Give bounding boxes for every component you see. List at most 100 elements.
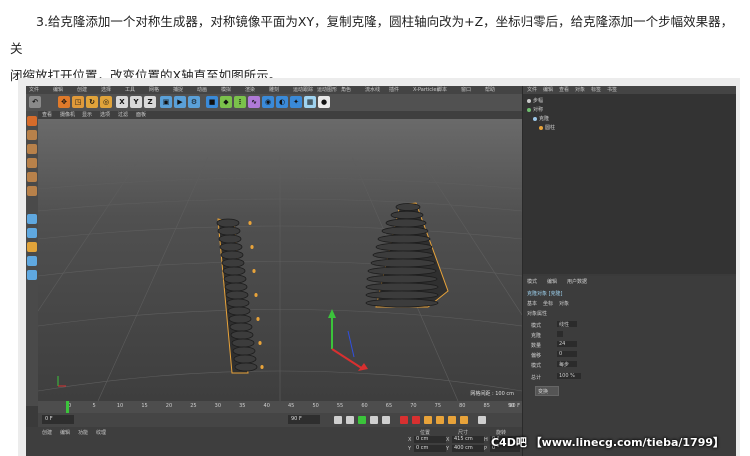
object-row[interactable]: 圆柱 — [539, 125, 555, 132]
attr-field[interactable]: 24 — [557, 341, 577, 347]
timeline-playhead[interactable] — [66, 401, 69, 413]
record-button[interactable] — [400, 416, 408, 424]
menu-item[interactable]: 动画 — [197, 87, 207, 93]
subdivision-icon[interactable]: ◆ — [220, 96, 232, 108]
play-button[interactable] — [358, 416, 366, 424]
move-tool-icon[interactable]: ✥ — [58, 96, 70, 108]
autokey-button[interactable] — [412, 416, 420, 424]
menu-item[interactable]: 选择 — [101, 87, 111, 93]
scale-tool-icon[interactable]: ◳ — [72, 96, 84, 108]
bottom-tab-edit[interactable]: 编辑 — [60, 429, 70, 436]
render-settings-icon[interactable]: ⚙ — [188, 96, 200, 108]
bulb-icon[interactable]: ● — [318, 96, 330, 108]
first-frame-button[interactable] — [334, 416, 342, 424]
lock-workplane-icon[interactable] — [27, 270, 37, 280]
menu-item[interactable]: X-Particles — [413, 87, 439, 93]
render-icon[interactable]: ▶ — [174, 96, 186, 108]
perspective-viewport[interactable]: 查看 摄像机 显示 选项 过滤 面板 网格间距: 100 cm — [38, 111, 522, 401]
attr-tab-mode[interactable]: 模式 — [527, 278, 537, 285]
tweak-mode-icon[interactable] — [27, 228, 37, 238]
quantize-icon[interactable] — [27, 256, 37, 266]
workplane-icon[interactable] — [27, 144, 37, 154]
menu-item[interactable]: 网格 — [149, 87, 159, 93]
menu-item[interactable]: 流水线 — [365, 87, 380, 93]
menu-item[interactable]: 运动图形 — [317, 87, 337, 93]
object-manager-menu-item[interactable]: 文件 — [527, 87, 537, 93]
scene-icon[interactable]: ◉ — [262, 96, 274, 108]
menu-item[interactable]: 捕捉 — [173, 87, 183, 93]
object-row[interactable]: 克隆 — [533, 116, 549, 123]
menu-item[interactable]: 渲染 — [245, 87, 255, 93]
position-y-field[interactable]: 0 cm — [414, 445, 446, 452]
attr-field[interactable]: 线性 — [557, 321, 577, 328]
bottom-tab-function[interactable]: 功能 — [78, 429, 88, 436]
rotate-tool-icon[interactable]: ↻ — [86, 96, 98, 108]
transform-button[interactable]: 变换 — [535, 386, 559, 396]
render-view-icon[interactable]: ▣ — [160, 96, 172, 108]
prev-frame-button[interactable] — [346, 416, 354, 424]
position-x-field[interactable]: 0 cm — [414, 436, 446, 443]
object-manager-menu-item[interactable]: 对象 — [575, 87, 585, 93]
object-manager-menu-item[interactable]: 编辑 — [543, 87, 553, 93]
start-frame-field[interactable]: 0 F — [42, 415, 74, 424]
menu-item[interactable]: 文件 — [29, 87, 39, 93]
axis-x-button[interactable]: X — [116, 96, 128, 108]
object-row[interactable]: 步幅 — [527, 98, 543, 105]
attr-subtab-object[interactable]: 对象 — [559, 300, 569, 307]
menu-item[interactable]: 创建 — [77, 87, 87, 93]
axis-y-button[interactable]: Y — [130, 96, 142, 108]
menu-item[interactable]: 脚本 — [437, 87, 447, 93]
model-mode-icon[interactable] — [27, 116, 37, 126]
keyframe-button[interactable] — [424, 416, 432, 424]
light-icon[interactable]: ✦ — [290, 96, 302, 108]
select-tool-icon[interactable]: ◎ — [100, 96, 112, 108]
edges-mode-icon[interactable] — [27, 172, 37, 182]
key-scale-button[interactable] — [448, 416, 456, 424]
menu-item[interactable]: 角色 — [341, 87, 351, 93]
menu-item[interactable]: 工具 — [125, 87, 135, 93]
attr-checkbox[interactable] — [557, 331, 563, 337]
array-icon[interactable]: ⋮ — [234, 96, 246, 108]
menu-item[interactable]: 帮助 — [485, 87, 495, 93]
key-rotation-button[interactable] — [460, 416, 468, 424]
object-row[interactable]: 对称 — [527, 107, 543, 114]
axis-z-button[interactable]: Z — [144, 96, 156, 108]
object-manager-menu-item[interactable]: 标签 — [591, 87, 601, 93]
cube-primitive-icon[interactable]: ■ — [206, 96, 218, 108]
grid-icon[interactable]: ▦ — [304, 96, 316, 108]
menu-item[interactable]: 模拟 — [221, 87, 231, 93]
attr-subtab-basic[interactable]: 基本 — [527, 300, 537, 307]
texture-mode-icon[interactable] — [27, 130, 37, 140]
snap-icon[interactable] — [27, 242, 37, 252]
last-frame-button[interactable] — [382, 416, 390, 424]
menu-item[interactable]: 插件 — [389, 87, 399, 93]
attr-tab-edit[interactable]: 编辑 — [547, 278, 557, 285]
attr-field[interactable]: 每步 — [557, 361, 577, 368]
camera-icon[interactable]: ◐ — [276, 96, 288, 108]
timeline-tick-label: 65 — [385, 403, 393, 409]
bottom-tab-create[interactable]: 创建 — [42, 429, 52, 436]
size-y-field[interactable]: 400 cm — [452, 445, 484, 452]
bottom-tab-texture[interactable]: 纹理 — [96, 429, 106, 436]
timeline-ruler[interactable]: 0 5 10 15 20 25 30 35 40 45 50 55 60 65 70 75 80 85 90 90 F — [38, 401, 522, 413]
menu-item[interactable]: 运动跟踪 — [293, 87, 313, 93]
points-mode-icon[interactable] — [27, 158, 37, 168]
attr-field[interactable]: 0 — [557, 351, 577, 357]
deformer-icon[interactable]: ∿ — [248, 96, 260, 108]
timeline-settings-button[interactable] — [478, 416, 486, 424]
object-manager-menu-item[interactable]: 查看 — [559, 87, 569, 93]
key-position-button[interactable] — [436, 416, 444, 424]
polygons-mode-icon[interactable] — [27, 186, 37, 196]
axis-mode-icon[interactable] — [27, 214, 37, 224]
end-frame-field[interactable]: 90 F — [288, 415, 320, 424]
attr-field[interactable]: 100 % — [557, 373, 581, 379]
size-x-field[interactable]: 415 cm — [452, 436, 484, 443]
object-manager-menu-item[interactable]: 书签 — [607, 87, 617, 93]
menu-item[interactable]: 雕刻 — [269, 87, 279, 93]
next-frame-button[interactable] — [370, 416, 378, 424]
menu-item[interactable]: 窗口 — [461, 87, 471, 93]
attr-tab-userdata[interactable]: 用户数据 — [567, 278, 587, 285]
undo-icon[interactable]: ↶ — [29, 96, 41, 108]
attr-subtab-coord[interactable]: 坐标 — [543, 300, 553, 307]
menu-item[interactable]: 编辑 — [53, 87, 63, 93]
